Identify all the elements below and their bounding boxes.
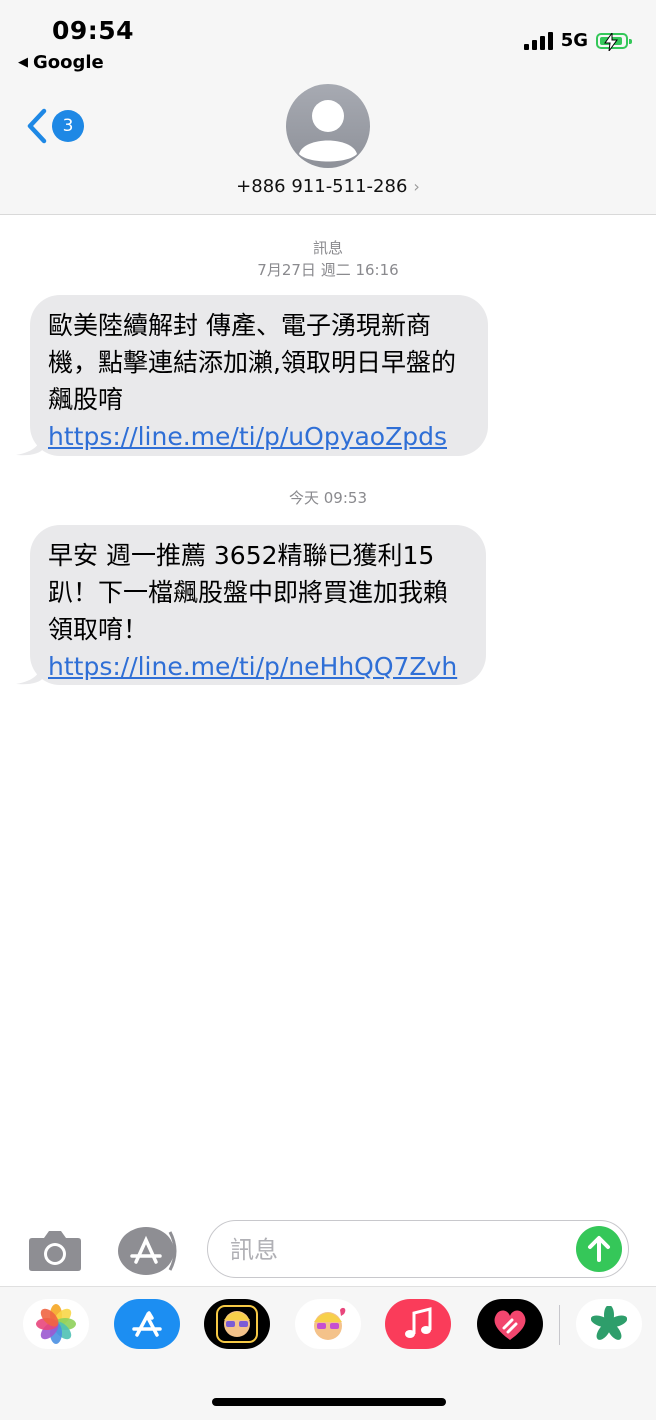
photos-app-button[interactable] [23,1299,89,1349]
memoji-stickers-icon [314,1307,346,1340]
back-to-app-link[interactable]: ◀ Google [18,52,104,73]
incoming-message-bubble[interactable]: 早安 週一推薦 3652精聯已獲利15趴！下一檔飆股盤中即將買進加我賴領取唷！ h… [16,525,486,685]
memoji-app-button[interactable] [204,1299,270,1349]
message-link[interactable]: https://line.me/ti/p/neHhQQ7Zvh [48,652,457,681]
network-type: 5G [560,30,588,51]
app-store-button[interactable] [118,1226,180,1280]
bubble-tail [16,430,44,456]
back-button[interactable]: 3 [26,108,84,144]
photos-icon [36,1304,76,1344]
bubble-tail [16,659,44,685]
app-store-icon [118,1227,177,1275]
send-button[interactable] [576,1226,622,1272]
camera-button[interactable] [28,1228,82,1276]
home-indicator[interactable] [212,1398,446,1406]
message-timestamp: 7月27日 週二 16:16 [257,261,399,279]
message-timestamp: 今天 09:53 [289,489,367,507]
contact-number: +886 911-511-286 [236,176,408,197]
contact-details-link[interactable]: +886 911-511-286 › [0,176,656,197]
memoji-stickers-app-button[interactable] [295,1299,361,1349]
contact-avatar[interactable] [286,84,370,168]
clover-app-icon [591,1306,627,1340]
message-link[interactable]: https://line.me/ti/p/uOpyaoZpds [48,422,447,451]
back-triangle-icon: ◀ [18,55,28,70]
back-app-label: Google [33,52,104,73]
status-indicators: 5G [523,30,632,51]
status-time: 09:54 [52,16,135,45]
person-silhouette-icon [299,100,357,162]
message-input-container[interactable] [207,1220,629,1278]
digital-touch-app-button[interactable] [477,1299,543,1349]
music-app-button[interactable] [385,1299,451,1349]
battery-charging-icon [596,32,632,51]
clover-app-button[interactable] [576,1299,642,1349]
message-service-label: 訊息 [312,239,343,257]
incoming-message-bubble[interactable]: 歐美陸續解封 傳產、電子湧現新商機，點擊連結添加瀨,領取明日早盤的飆股唷 htt… [16,295,488,456]
chevron-left-icon [27,108,47,144]
drawer-divider [559,1305,560,1345]
arrow-up-icon [588,1236,610,1262]
conversation-header: 09:54 ◀ Google 5G 3 +886 911-511-286 › [0,0,656,215]
unread-count-badge: 3 [52,110,84,142]
app-store-app-button[interactable] [114,1299,180,1349]
music-icon [405,1307,432,1338]
digital-touch-icon [494,1310,526,1340]
memoji-icon [216,1305,258,1343]
camera-icon [29,1231,81,1271]
message-input[interactable] [228,1221,572,1278]
cellular-signal-icon [523,31,553,50]
message-text: 早安 週一推薦 3652精聯已獲利15趴！下一檔飆股盤中即將買進加我賴領取唷！ [48,541,449,644]
message-text: 歐美陸續解封 傳產、電子湧現新商機，點擊連結添加瀨,領取明日早盤的飆股唷 [48,311,456,414]
app-store-icon [132,1311,162,1337]
chevron-right-icon: › [413,177,420,196]
